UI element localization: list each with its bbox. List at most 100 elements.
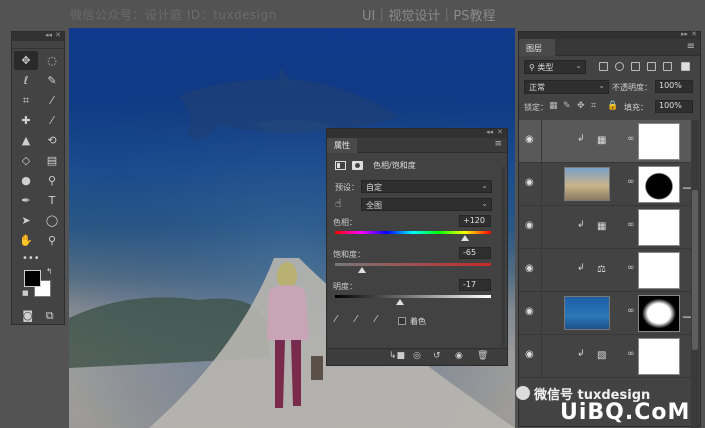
- visibility-eye-icon[interactable]: ◉: [525, 220, 534, 231]
- visibility-eye-icon[interactable]: ◉: [525, 306, 534, 317]
- lightness-slider-thumb[interactable]: [395, 299, 404, 305]
- layer-mask-thumbnail[interactable]: [638, 209, 680, 246]
- foreground-color-swatch[interactable]: [24, 270, 41, 287]
- layers-panel-header[interactable]: ▸▸ ✕: [519, 30, 700, 39]
- clone-stamp-icon[interactable]: ▲: [14, 131, 38, 150]
- lock-artboard-icon[interactable]: ⌗: [591, 101, 596, 111]
- tools-panel-header[interactable]: ◂◂ ✕: [12, 31, 64, 41]
- tab-properties[interactable]: 属性: [327, 138, 357, 153]
- trash-icon[interactable]: 🗑: [477, 351, 488, 361]
- visibility-eye-icon[interactable]: ◉: [525, 134, 534, 145]
- dodge-tool-icon[interactable]: ⚲: [40, 171, 64, 190]
- layer-mask-thumbnail[interactable]: [638, 295, 680, 332]
- close-icon[interactable]: ✕: [497, 128, 503, 136]
- layer-row[interactable]: ◉ ↲ ▦ ∞: [519, 120, 691, 163]
- layer-mask-icon[interactable]: [352, 161, 363, 170]
- smart-object-filter-icon[interactable]: [663, 62, 672, 71]
- layer-row[interactable]: ◉ ∞ ▁▁: [519, 292, 694, 335]
- targeted-adjust-hand-icon[interactable]: ☝: [335, 197, 342, 210]
- swap-colors-icon[interactable]: ↰: [46, 267, 53, 276]
- clip-to-layer-icon[interactable]: ↳■: [389, 351, 405, 361]
- layer-row[interactable]: ◉ ↲ ▦ ∞: [519, 206, 691, 249]
- layer-mask-thumbnail[interactable]: [638, 166, 680, 203]
- lock-all-icon[interactable]: 🔒: [607, 101, 618, 111]
- type-tool-icon[interactable]: T: [40, 191, 64, 210]
- shape-filter-icon[interactable]: [647, 62, 656, 71]
- quick-select-tool-icon[interactable]: ✎: [40, 71, 64, 90]
- default-colors-icon[interactable]: ■: [22, 289, 29, 297]
- fill-field[interactable]: 100%: [655, 100, 693, 113]
- girl-layer-thumbnail[interactable]: [564, 167, 610, 201]
- link-chain-icon[interactable]: ∞: [627, 306, 635, 316]
- layer-mask-thumbnail[interactable]: [638, 338, 680, 375]
- link-chain-icon[interactable]: ∞: [627, 220, 635, 230]
- reset-icon[interactable]: ↺: [433, 351, 441, 361]
- lock-transparent-icon[interactable]: ▦: [549, 101, 558, 111]
- visibility-eye-icon[interactable]: ◉: [455, 351, 463, 361]
- hue-slider-thumb[interactable]: [461, 235, 469, 241]
- blur-tool-icon[interactable]: ●: [14, 171, 38, 190]
- path-select-icon[interactable]: ➤: [14, 211, 38, 230]
- properties-panel-header[interactable]: ◂◂ ✕: [327, 128, 507, 138]
- hue-track[interactable]: [335, 231, 491, 234]
- tools-panel-grip[interactable]: [12, 41, 64, 49]
- visibility-eye-icon[interactable]: ◉: [525, 349, 534, 360]
- hand-tool-icon[interactable]: ✋: [14, 231, 38, 250]
- history-brush-icon[interactable]: ⟲: [40, 131, 64, 150]
- layer-mask-thumbnail[interactable]: [638, 252, 680, 289]
- collapse-icon[interactable]: ◂◂: [486, 128, 493, 136]
- panel-menu-icon[interactable]: ≡: [494, 139, 502, 149]
- panel-menu-icon[interactable]: ≡: [687, 41, 695, 52]
- saturation-value-field[interactable]: -65: [459, 247, 491, 259]
- eyedropper-icon[interactable]: ⁄: [335, 314, 337, 325]
- screen-mode-icon[interactable]: ⧉: [46, 309, 54, 323]
- visibility-eye-icon[interactable]: ◉: [525, 263, 534, 274]
- layer-row[interactable]: ◉ ↲ ▧ ∞: [519, 335, 691, 378]
- layer-mask-thumbnail[interactable]: [638, 123, 680, 160]
- channel-dropdown[interactable]: 全图 ⌄: [361, 198, 492, 211]
- marquee-tool-icon[interactable]: ◌: [40, 51, 64, 70]
- link-chain-icon[interactable]: ∞: [627, 349, 635, 359]
- move-tool-icon[interactable]: ✥: [14, 51, 38, 70]
- gradient-tool-icon[interactable]: ▤: [40, 151, 64, 170]
- adjustment-filter-icon[interactable]: [615, 62, 624, 71]
- lightness-value-field[interactable]: -17: [459, 279, 491, 291]
- more-tools-button[interactable]: •••: [12, 253, 64, 264]
- saturation-slider-thumb[interactable]: [358, 267, 367, 273]
- pen-tool-icon[interactable]: ✒: [14, 191, 38, 210]
- lock-position-icon[interactable]: ✥: [577, 101, 585, 111]
- brush-tool-icon[interactable]: ⁄: [40, 111, 64, 130]
- layer-row[interactable]: ◉ ∞ ▁▁: [519, 163, 694, 206]
- scrollbar-handle[interactable]: [692, 190, 698, 350]
- lock-pixels-icon[interactable]: ✎: [563, 101, 571, 111]
- collapse-icon[interactable]: ◂◂: [45, 31, 52, 39]
- colorize-checkbox[interactable]: [398, 317, 406, 325]
- opacity-field[interactable]: 100%: [655, 80, 693, 93]
- filter-toggle-icon[interactable]: [681, 62, 690, 71]
- lasso-tool-icon[interactable]: ℓ: [14, 71, 38, 90]
- close-icon[interactable]: ✕: [55, 31, 61, 39]
- link-chain-icon[interactable]: ∞: [627, 263, 635, 273]
- blend-mode-dropdown[interactable]: 正常 ⌄: [524, 80, 609, 94]
- eyedropper-tool-icon[interactable]: ⁄: [40, 91, 64, 110]
- healing-brush-icon[interactable]: ✚: [14, 111, 38, 130]
- collapse-icon[interactable]: ▸▸: [681, 30, 688, 38]
- layer-row[interactable]: ◉ ↲ ⚖ ∞: [519, 249, 691, 292]
- eraser-tool-icon[interactable]: ◇: [14, 151, 38, 170]
- layer-kind-filter[interactable]: ⚲ 类型 ⌄: [524, 60, 586, 74]
- eyedropper-subtract-icon[interactable]: ⁄: [375, 314, 377, 325]
- close-icon[interactable]: ✕: [691, 30, 697, 38]
- tab-layers[interactable]: 图层: [519, 39, 555, 56]
- adjustment-layer-icon[interactable]: [335, 161, 346, 170]
- layers-scrollbar[interactable]: [691, 120, 699, 428]
- view-previous-icon[interactable]: ◎: [413, 351, 421, 361]
- lightness-track[interactable]: [335, 295, 491, 298]
- hue-value-field[interactable]: +120: [459, 215, 491, 227]
- visibility-eye-icon[interactable]: ◉: [525, 177, 534, 188]
- preset-dropdown[interactable]: 自定 ⌄: [361, 180, 492, 193]
- properties-scrollbar[interactable]: [501, 167, 505, 347]
- pixel-filter-icon[interactable]: [599, 62, 608, 71]
- link-chain-icon[interactable]: ∞: [627, 177, 635, 187]
- crop-tool-icon[interactable]: ⌗: [14, 91, 38, 110]
- eyedropper-add-icon[interactable]: ⁄: [355, 314, 357, 325]
